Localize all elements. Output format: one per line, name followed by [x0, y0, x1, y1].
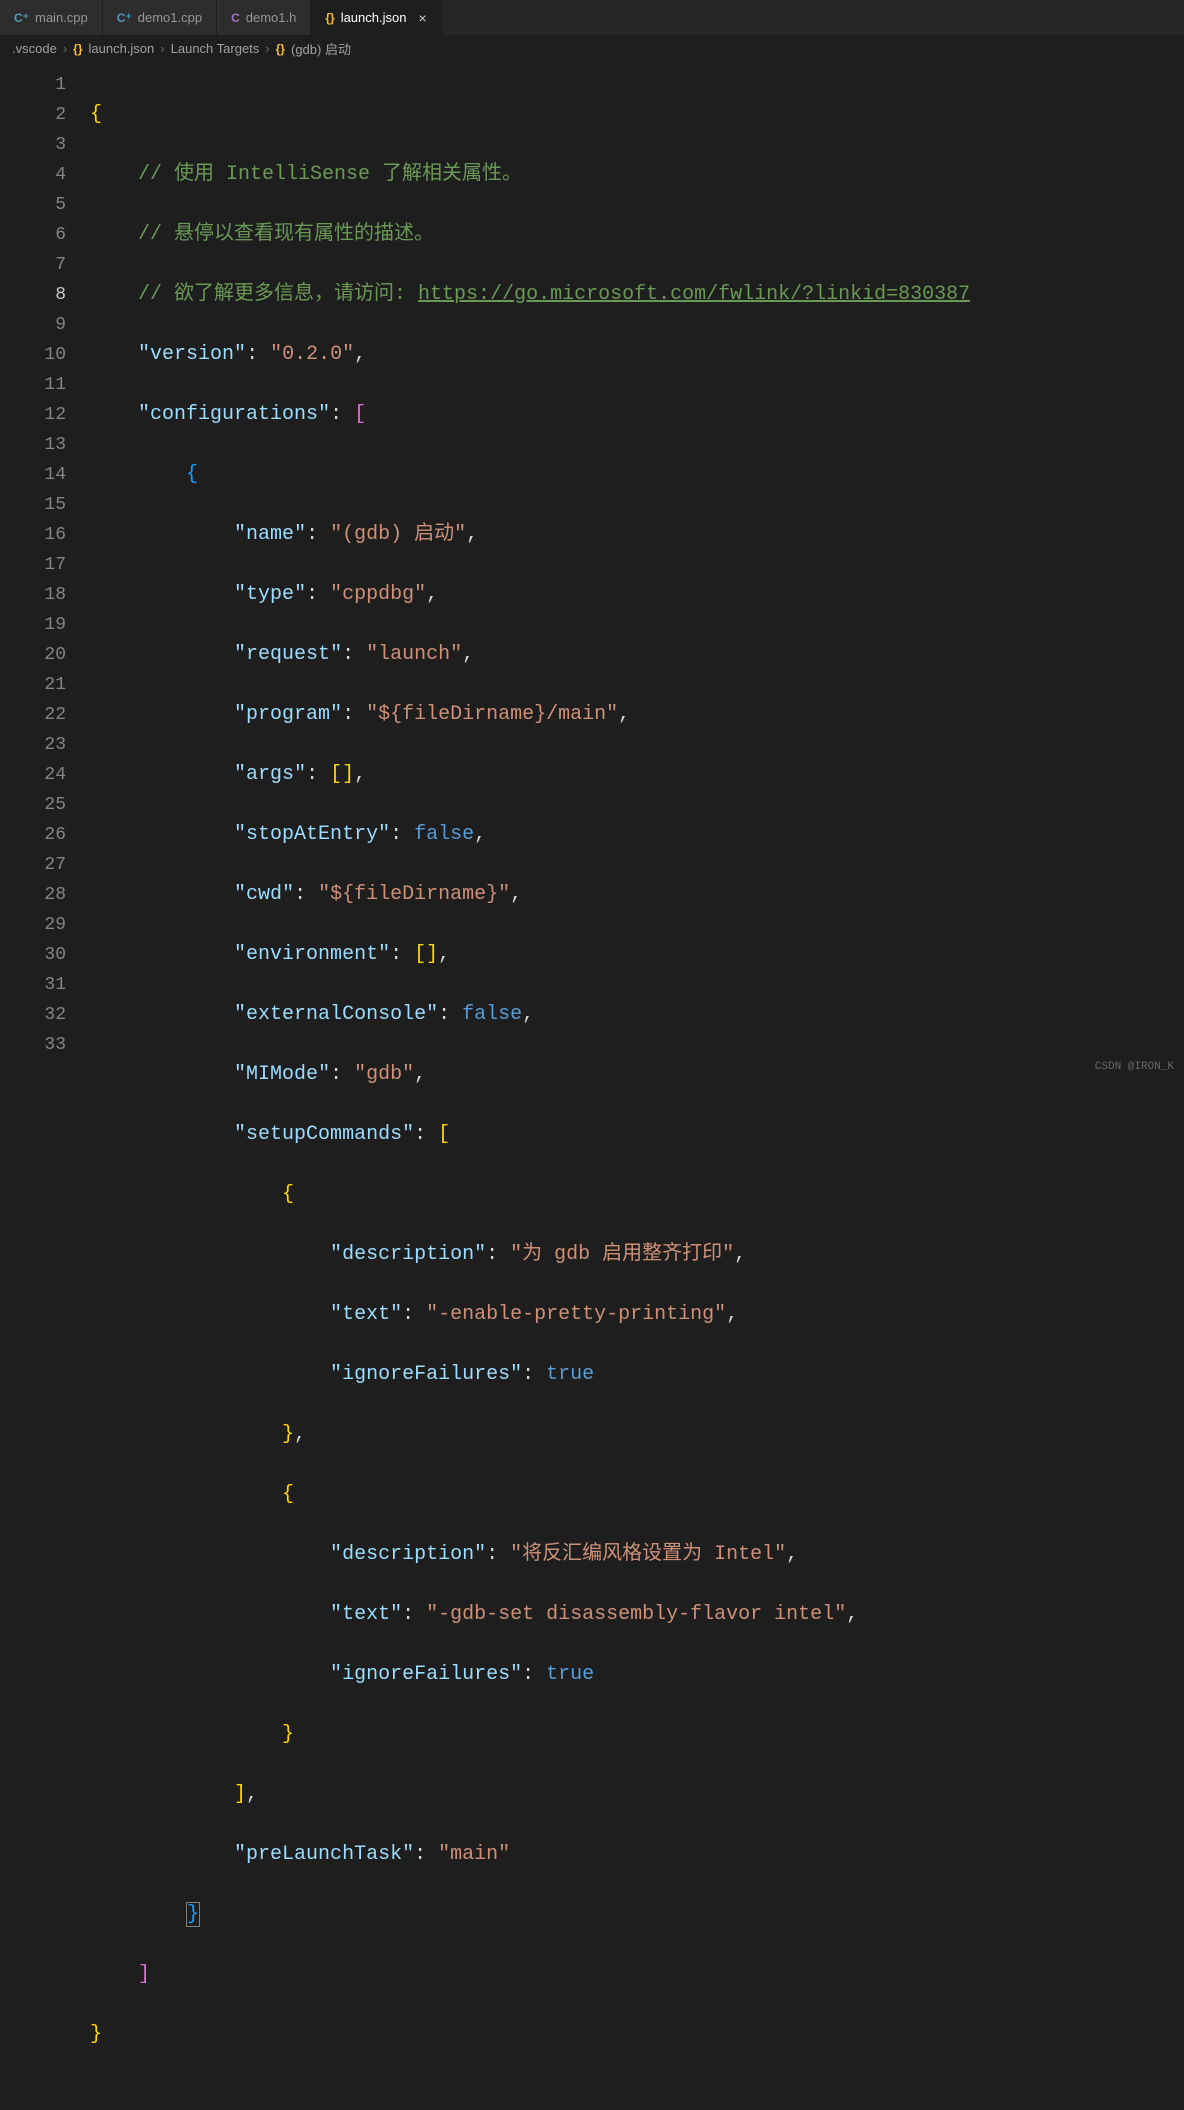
tab-label: demo1.h [246, 10, 297, 25]
close-icon[interactable]: × [418, 10, 426, 26]
tab-label: launch.json [341, 10, 407, 25]
watermark: CSDN @IRON_K [1095, 1061, 1174, 1073]
breadcrumb-item[interactable]: Launch Targets [171, 41, 260, 56]
chevron-right-icon: › [265, 41, 269, 56]
tab-label: demo1.cpp [138, 10, 202, 25]
tab-main-cpp[interactable]: C⁺ main.cpp [0, 0, 103, 35]
json-icon: {} [276, 42, 285, 56]
breadcrumb-item[interactable]: .vscode [12, 41, 57, 56]
breadcrumb-item[interactable]: (gdb) 启动 [291, 39, 351, 58]
json-icon: {} [325, 11, 334, 25]
tab-label: main.cpp [35, 10, 88, 25]
docs-link[interactable]: https://go.microsoft.com/fwlink/?linkid=… [418, 283, 970, 306]
c-icon: C [231, 11, 240, 25]
json-icon: {} [73, 42, 82, 56]
breadcrumb-item[interactable]: launch.json [89, 41, 155, 56]
cpp-icon: C⁺ [14, 11, 29, 25]
chevron-right-icon: › [63, 41, 67, 56]
cpp-icon: C⁺ [117, 11, 132, 25]
tab-demo1-cpp[interactable]: C⁺ demo1.cpp [103, 0, 217, 35]
chevron-right-icon: › [160, 41, 164, 56]
tab-demo1-h[interactable]: C demo1.h [217, 0, 311, 35]
tab-launch-json[interactable]: {} launch.json × [311, 0, 441, 35]
editor-tab-bar: C⁺ main.cpp C⁺ demo1.cpp C demo1.h {} la… [0, 0, 1184, 35]
breadcrumb[interactable]: .vscode › {} launch.json › Launch Target… [0, 35, 1184, 62]
line-number-gutter: 1234567891011121314151617181920212223242… [0, 62, 90, 1079]
code-content[interactable]: { // 使用 IntelliSense 了解相关属性。 // 悬停以查看现有属… [90, 62, 1184, 1079]
code-editor[interactable]: 1234567891011121314151617181920212223242… [0, 62, 1184, 1079]
